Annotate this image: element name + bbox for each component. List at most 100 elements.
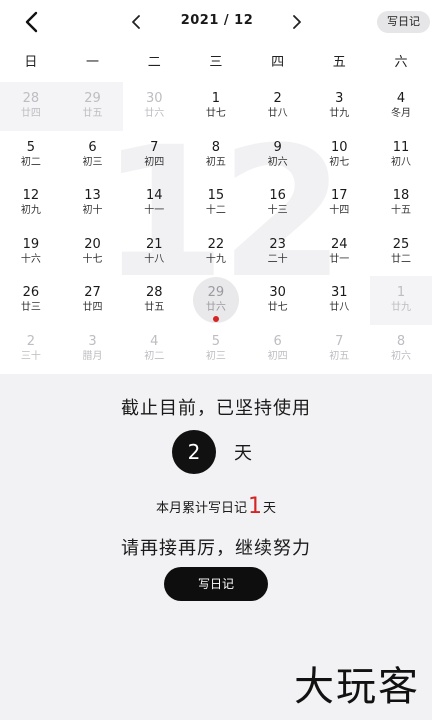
calendar-day[interactable]: 14 十一 — [123, 179, 185, 228]
day-number: 25 — [392, 236, 410, 252]
calendar-day[interactable]: 2 廿八 — [247, 82, 309, 131]
lunar-date: 初二 — [144, 350, 165, 362]
write-diary-button[interactable]: 写日记 — [164, 567, 268, 601]
calendar-day[interactable]: 2 三十 — [0, 325, 62, 374]
weekday-label: 一 — [86, 55, 100, 70]
weekday-label: 六 — [394, 55, 408, 70]
calendar-day[interactable]: 13 初十 — [62, 179, 124, 228]
calendar-day[interactable]: 8 初五 — [185, 131, 247, 180]
day-number: 20 — [84, 236, 101, 252]
calendar-day[interactable]: 19 十六 — [0, 228, 62, 277]
calendar-day[interactable]: 30 廿七 — [247, 276, 309, 325]
calendar-day[interactable]: 16 十三 — [247, 179, 309, 228]
calendar-day[interactable]: 29 廿五 — [61, 82, 124, 131]
day-number: 18 — [392, 188, 410, 204]
calendar-day[interactable]: 10 初七 — [308, 131, 370, 180]
calendar-day[interactable]: 20 十七 — [62, 228, 124, 277]
lunar-date: 廿二 — [390, 253, 411, 265]
calendar-day[interactable]: 4 初二 — [123, 325, 185, 374]
calendar-day[interactable]: 7 初五 — [308, 325, 370, 374]
weekday-header: 日一二三四五六 — [0, 44, 432, 82]
lunar-date: 十五 — [390, 205, 411, 217]
calendar-day[interactable]: 6 初三 — [62, 131, 124, 180]
calendar-day[interactable]: 27 廿四 — [62, 276, 124, 325]
calendar-day[interactable]: 12 初九 — [0, 179, 62, 228]
day-number: 6 — [273, 333, 282, 349]
calendar-day[interactable]: 21 十八 — [123, 228, 185, 277]
calendar-day[interactable]: 18 十五 — [370, 179, 432, 228]
lunar-date: 初五 — [329, 350, 350, 362]
day-number: 19 — [22, 236, 40, 252]
calendar-day[interactable]: 17 十四 — [308, 179, 370, 228]
day-number: 4 — [150, 333, 159, 349]
lunar-date: 十三 — [267, 205, 288, 217]
calendar-day[interactable]: 7 初四 — [123, 131, 185, 180]
calendar-day[interactable]: 4 冬月 — [370, 82, 432, 131]
weekday-label: 二 — [147, 55, 161, 70]
lunar-date: 冬月 — [390, 108, 411, 120]
day-number: 27 — [84, 285, 101, 301]
next-month-button[interactable] — [286, 11, 308, 33]
calendar-day[interactable]: 23 二十 — [247, 228, 309, 277]
lunar-date: 二十 — [267, 253, 288, 265]
lunar-date: 廿七 — [267, 302, 288, 314]
lunar-date: 廿一 — [329, 253, 350, 265]
calendar-day[interactable]: 5 初二 — [0, 131, 62, 180]
calendar-day[interactable]: 1 廿九 — [370, 276, 432, 325]
calendar-day[interactable]: 3 腊月 — [62, 325, 124, 374]
calendar-day[interactable]: 1 廿七 — [185, 82, 247, 131]
calendar-day[interactable]: 5 初三 — [185, 325, 247, 374]
calendar-grid: 28 廿四 29 廿五 30 廿六 1 廿七 2 廿八 3 廿九 4 冬月 5 初二 6 初三 7 初四 8 初五 9 初六 1… — [0, 82, 432, 373]
day-number: 9 — [273, 139, 282, 155]
lunar-date: 初十 — [82, 205, 103, 217]
calendar-day[interactable]: 15 十二 — [185, 179, 247, 228]
calendar-day[interactable]: 30 廿六 — [123, 82, 185, 131]
lunar-date: 廿六 — [144, 108, 165, 120]
prev-month-button[interactable] — [125, 11, 147, 33]
calendar-day[interactable]: 11 初八 — [370, 131, 432, 180]
weekday-label: 四 — [271, 55, 285, 70]
calendar-day[interactable]: 9 初六 — [247, 131, 309, 180]
calendar-day[interactable]: 25 廿二 — [370, 228, 432, 277]
weekday-label: 三 — [209, 55, 223, 70]
day-number: 10 — [331, 139, 348, 155]
calendar-day[interactable]: 28 廿五 — [123, 276, 185, 325]
month-title: 2021 / 12 — [180, 13, 254, 28]
day-number: 1 — [396, 285, 406, 301]
day-number: 29 — [207, 285, 225, 301]
weekday-label: 日 — [24, 55, 38, 70]
day-number: 24 — [331, 236, 348, 252]
month-diary-count: 1 — [248, 494, 262, 519]
calendar-day[interactable]: 3 廿九 — [308, 82, 370, 131]
calendar-day[interactable]: 28 廿四 — [0, 82, 62, 131]
calendar-day[interactable]: 6 初四 — [247, 325, 309, 374]
lunar-date: 十四 — [329, 205, 350, 217]
day-number: 8 — [396, 333, 406, 349]
day-number: 12 — [22, 188, 40, 204]
chevron-right-icon — [293, 15, 301, 29]
month-summary-suffix: 天 — [263, 501, 277, 516]
day-number: 22 — [207, 236, 225, 252]
weekday-label: 五 — [332, 55, 346, 70]
lunar-date: 初三 — [82, 156, 103, 168]
lunar-date: 十二 — [205, 205, 226, 217]
lunar-date: 十一 — [144, 205, 165, 217]
lunar-date: 廿四 — [82, 302, 103, 314]
write-diary-chip[interactable]: 写日记 — [377, 11, 430, 33]
calendar-day[interactable]: 24 廿一 — [308, 228, 370, 277]
lunar-date: 初六 — [267, 156, 288, 168]
calendar-day[interactable]: 8 初六 — [370, 325, 432, 374]
day-number: 6 — [88, 139, 97, 155]
lunar-date: 初二 — [20, 156, 41, 168]
diary-marker-dot — [212, 315, 219, 322]
day-number: 23 — [269, 236, 286, 252]
day-number: 26 — [22, 285, 40, 301]
calendar-day[interactable]: 31 廿八 — [308, 276, 370, 325]
calendar-day[interactable]: 22 十九 — [185, 228, 247, 277]
calendar: 12 日一二三四五六 28 廿四 29 廿五 30 廿六 1 廿七 2 廿八 3 廿九 4 冬月 5 初二 6 初… — [0, 44, 432, 374]
calendar-day[interactable]: 26 廿三 — [0, 276, 62, 325]
calendar-day-today[interactable]: 29 廿六 — [185, 276, 247, 325]
day-number: 16 — [269, 188, 286, 204]
lunar-date: 腊月 — [82, 350, 103, 362]
usage-heading: 截止目前，已坚持使用 — [121, 398, 311, 419]
